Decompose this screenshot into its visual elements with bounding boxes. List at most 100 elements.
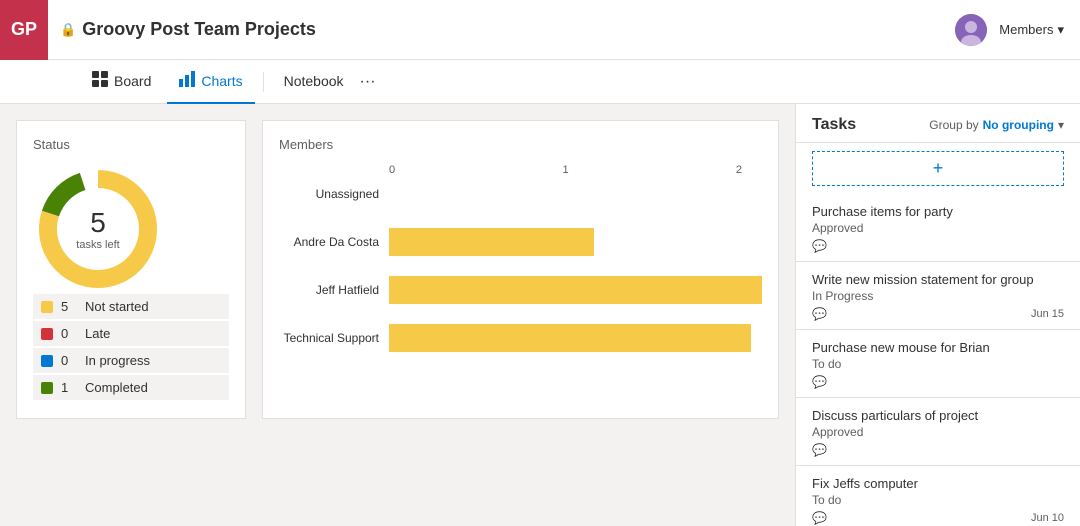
bar-row-jeff: Jeff Hatfield bbox=[279, 276, 762, 304]
comment-icon: 💬 bbox=[812, 307, 827, 321]
header-right: Members ▾ bbox=[955, 14, 1064, 46]
axis-label-2: 2 bbox=[736, 164, 742, 176]
bar-label-unassigned: Unassigned bbox=[279, 187, 389, 201]
board-icon bbox=[92, 71, 108, 90]
comment-icon: 💬 bbox=[812, 443, 827, 457]
legend-dot-late bbox=[41, 328, 53, 340]
page-title: Groovy Post Team Projects bbox=[82, 19, 955, 40]
task-date: Jun 15 bbox=[1031, 308, 1064, 320]
group-by[interactable]: Group by No grouping ▾ bbox=[929, 118, 1064, 132]
task-date: Jun 10 bbox=[1031, 512, 1064, 524]
legend-not-started: 5 Not started bbox=[33, 294, 229, 319]
legend-label-completed: Completed bbox=[85, 380, 148, 395]
bar-label-jeff: Jeff Hatfield bbox=[279, 283, 389, 297]
tab-notebook-label: Notebook bbox=[284, 73, 344, 89]
tab-charts[interactable]: Charts bbox=[167, 60, 254, 104]
group-by-value: No grouping bbox=[983, 118, 1054, 132]
members-panel: Members 0 1 2 Unassigned bbox=[262, 120, 779, 419]
bar-row-tech: Technical Support bbox=[279, 324, 762, 352]
tasks-title: Tasks bbox=[812, 116, 856, 134]
add-task-button[interactable]: + bbox=[812, 151, 1064, 186]
task-status: To do bbox=[812, 357, 1064, 371]
nav-tabs: Board Charts Notebook ··· bbox=[0, 60, 1080, 104]
donut-label: tasks left bbox=[76, 239, 119, 251]
task-item[interactable]: Fix Jeffs computer To do 💬 Jun 10 bbox=[796, 466, 1080, 526]
tasks-header: Tasks Group by No grouping ▾ bbox=[796, 104, 1080, 143]
charts-icon bbox=[179, 71, 195, 90]
bar-track-jeff bbox=[389, 276, 762, 304]
legend-late: 0 Late bbox=[33, 321, 229, 346]
task-item[interactable]: Purchase new mouse for Brian To do 💬 bbox=[796, 330, 1080, 398]
app-header: GP 🔒 Groovy Post Team Projects Members ▾ bbox=[0, 0, 1080, 60]
axis-label-0: 0 bbox=[389, 164, 395, 176]
comment-icon: 💬 bbox=[812, 375, 827, 389]
task-item[interactable]: Purchase items for party Approved 💬 bbox=[796, 194, 1080, 262]
legend-count-in-progress: 0 bbox=[61, 353, 77, 368]
bar-row-unassigned: Unassigned bbox=[279, 180, 762, 208]
status-panel-title: Status bbox=[33, 137, 229, 152]
task-name: Fix Jeffs computer bbox=[812, 476, 1064, 491]
task-item[interactable]: Discuss particulars of project Approved … bbox=[796, 398, 1080, 466]
tab-board-label: Board bbox=[114, 73, 151, 89]
user-avatar[interactable] bbox=[955, 14, 987, 46]
tab-notebook[interactable]: Notebook bbox=[272, 60, 356, 104]
legend-in-progress: 0 In progress bbox=[33, 348, 229, 373]
group-by-label: Group by bbox=[929, 118, 978, 132]
tab-charts-label: Charts bbox=[201, 73, 242, 89]
bar-track-tech bbox=[389, 324, 762, 352]
legend-dot-in-progress bbox=[41, 355, 53, 367]
team-avatar: GP bbox=[0, 0, 48, 60]
task-footer: 💬 bbox=[812, 375, 1064, 389]
bar-fill-jeff bbox=[389, 276, 762, 304]
legend-label-late: Late bbox=[85, 326, 110, 341]
lock-icon: 🔒 bbox=[60, 22, 76, 38]
donut-chart: 5 tasks left bbox=[33, 164, 163, 294]
task-footer: 💬 bbox=[812, 443, 1064, 457]
status-legend: 5 Not started 0 Late 0 In progress bbox=[33, 294, 229, 400]
bar-axis-labels: 0 1 2 bbox=[389, 164, 762, 176]
legend-dot-not-started bbox=[41, 301, 53, 313]
legend-count-completed: 1 bbox=[61, 380, 77, 395]
members-panel-title: Members bbox=[279, 137, 762, 152]
legend-dot-completed bbox=[41, 382, 53, 394]
task-status: Approved bbox=[812, 221, 1064, 235]
task-footer: 💬 bbox=[812, 239, 1064, 253]
task-name: Discuss particulars of project bbox=[812, 408, 1064, 423]
tasks-list: Purchase items for party Approved 💬 Writ… bbox=[796, 194, 1080, 526]
main-layout: Status 5 tasks left bbox=[0, 104, 1080, 526]
task-footer: 💬 Jun 15 bbox=[812, 307, 1064, 321]
legend-label-not-started: Not started bbox=[85, 299, 149, 314]
content-area: Status 5 tasks left bbox=[0, 104, 795, 526]
bar-label-tech: Technical Support bbox=[279, 331, 389, 345]
bar-fill-andre bbox=[389, 228, 594, 256]
legend-count-late: 0 bbox=[61, 326, 77, 341]
task-name: Purchase new mouse for Brian bbox=[812, 340, 1064, 355]
task-name: Write new mission statement for group bbox=[812, 272, 1064, 287]
more-options-button[interactable]: ··· bbox=[360, 73, 376, 91]
bar-track-unassigned bbox=[389, 180, 762, 208]
legend-completed: 1 Completed bbox=[33, 375, 229, 400]
task-status: To do bbox=[812, 493, 1064, 507]
axis-label-1: 1 bbox=[562, 164, 568, 176]
tasks-panel: Tasks Group by No grouping ▾ + Purchase … bbox=[795, 104, 1080, 526]
legend-label-in-progress: In progress bbox=[85, 353, 150, 368]
nav-divider bbox=[263, 72, 264, 92]
bar-fill-tech bbox=[389, 324, 751, 352]
bar-row-andre: Andre Da Costa bbox=[279, 228, 762, 256]
status-panel: Status 5 tasks left bbox=[16, 120, 246, 419]
bar-label-andre: Andre Da Costa bbox=[279, 235, 389, 249]
task-status: In Progress bbox=[812, 289, 1064, 303]
task-item[interactable]: Write new mission statement for group In… bbox=[796, 262, 1080, 330]
comment-icon: 💬 bbox=[812, 511, 827, 525]
group-by-chevron: ▾ bbox=[1058, 118, 1064, 132]
task-status: Approved bbox=[812, 425, 1064, 439]
task-footer: 💬 Jun 10 bbox=[812, 511, 1064, 525]
tab-board[interactable]: Board bbox=[80, 60, 163, 104]
comment-icon: 💬 bbox=[812, 239, 827, 253]
members-button[interactable]: Members ▾ bbox=[999, 22, 1064, 38]
charts-row: Status 5 tasks left bbox=[16, 120, 779, 419]
bar-chart: 0 1 2 Unassigned Andre Da Costa bbox=[279, 164, 762, 352]
legend-count-not-started: 5 bbox=[61, 299, 77, 314]
bar-track-andre bbox=[389, 228, 762, 256]
donut-count: 5 bbox=[90, 207, 106, 239]
